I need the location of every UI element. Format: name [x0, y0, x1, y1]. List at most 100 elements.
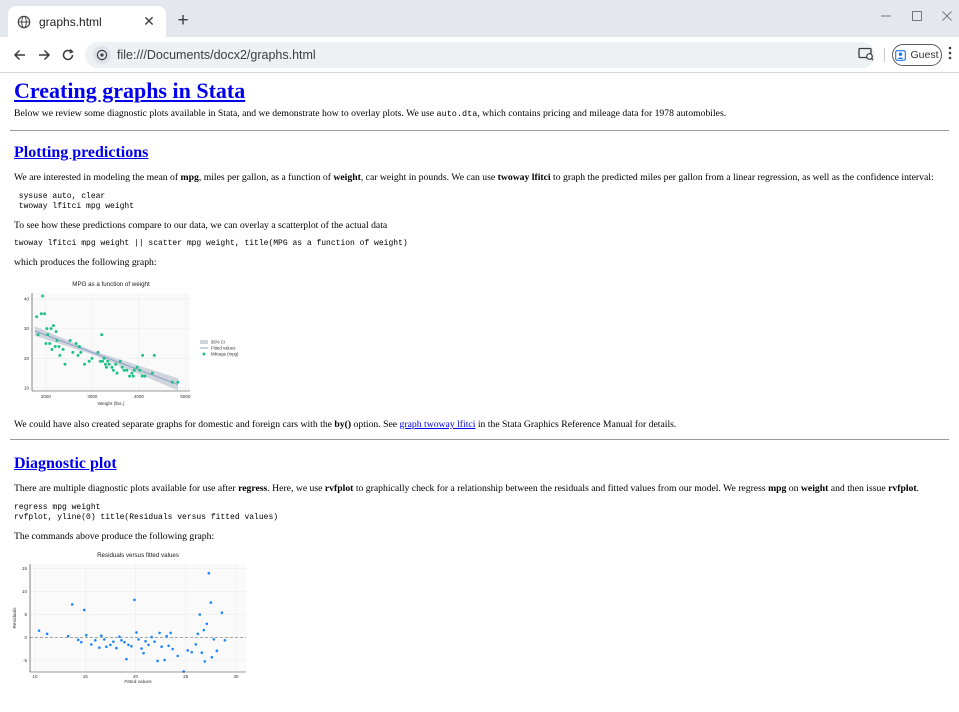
kebab-menu-icon[interactable]	[948, 46, 952, 60]
y-axis-label: Residuals	[12, 607, 18, 629]
page-content: Creating graphs in Stata Below we review…	[0, 78, 959, 684]
data-point	[105, 645, 108, 648]
site-info-icon	[96, 49, 108, 61]
x-tick-label: 30	[233, 674, 239, 679]
chart-title: MPG as a function of weight	[72, 281, 150, 288]
section2-paragraph2: The commands above produce the following…	[14, 531, 215, 543]
section1-paragraph1: We are interested in modeling the mean o…	[14, 172, 945, 185]
minimize-icon[interactable]	[880, 10, 892, 22]
data-point	[71, 350, 75, 354]
back-button[interactable]	[8, 43, 32, 67]
tab-graphs-html[interactable]: graphs.html ✕	[8, 6, 166, 37]
code-block-3: regress mpg weight rvfplot, yline(0) tit…	[14, 503, 279, 523]
code-block-2: twoway lfitci mpg weight || scatter mpg …	[14, 239, 408, 249]
profile-label: Guest	[910, 49, 939, 61]
data-point	[125, 368, 129, 372]
data-point	[182, 670, 186, 673]
y-tick-label: 15	[22, 566, 28, 571]
x-axis-label: Weight (lbs.)	[98, 401, 125, 407]
data-point	[51, 324, 55, 328]
text-run: in the Stata Graphics Reference Manual f…	[475, 418, 677, 430]
y-tick-label: 10	[24, 385, 30, 390]
section-link-plotting[interactable]: Plotting predictions	[14, 144, 148, 161]
residuals-chart: Residuals versus fitted values 10 15 20 25 30…	[12, 552, 246, 684]
site-info-button[interactable]	[93, 46, 111, 64]
address-bar[interactable]: file:///Documents/docx2/graphs.html	[85, 42, 875, 68]
y-tick-label: 5	[24, 612, 27, 617]
forward-button[interactable]	[32, 43, 56, 67]
new-tab-button[interactable]: +	[170, 8, 196, 34]
profile-button[interactable]: Guest	[892, 44, 942, 66]
page-title: Creating graphs in Stata	[14, 78, 945, 103]
data-point	[61, 347, 65, 351]
section-link-diagnostic[interactable]: Diagnostic plot	[14, 455, 117, 472]
data-point	[223, 638, 227, 642]
data-point	[49, 327, 53, 331]
section-divider	[10, 129, 949, 131]
data-point	[87, 359, 91, 363]
data-point	[127, 643, 130, 647]
data-point	[150, 635, 153, 639]
chart-title: Residuals versus fitted values	[97, 552, 179, 559]
text-run: to graph the predicted miles per gallon …	[550, 172, 934, 184]
legend-entry: Fitted values	[211, 345, 235, 350]
data-point	[58, 353, 62, 357]
mpg-weight-chart: MPG as a function of weight 2000 3000 4000 5…	[24, 281, 239, 407]
data-point	[215, 649, 219, 653]
data-point	[115, 371, 119, 375]
text-run: , miles per gallon, as a function of	[198, 172, 334, 184]
window-close-icon[interactable]	[941, 10, 953, 22]
x-tick-label: 25	[183, 674, 189, 679]
section-heading-diagnostic: Diagnostic plot	[14, 454, 945, 473]
data-point	[74, 341, 78, 345]
data-point	[141, 353, 145, 357]
data-point	[35, 315, 39, 319]
data-point	[53, 344, 57, 348]
section-heading-plotting: Plotting predictions	[14, 143, 945, 162]
browser-toolbar: file:///Documents/docx2/graphs.html Gues…	[0, 37, 959, 73]
data-point	[84, 633, 88, 637]
url-text: file:///Documents/docx2/graphs.html	[117, 48, 316, 62]
tab-close-button[interactable]: ✕	[141, 13, 157, 30]
plot-area	[30, 563, 246, 672]
y-tick-label: 30	[24, 326, 30, 331]
data-point	[63, 362, 67, 366]
manual-link[interactable]: graph twoway lfitci	[400, 419, 476, 430]
data-point	[57, 344, 61, 348]
text-run: There are multiple diagnostic plots avai…	[14, 482, 239, 494]
maximize-icon[interactable]	[911, 10, 923, 22]
data-point	[132, 368, 136, 372]
keyword-rvfplot: rvfplot	[888, 482, 917, 494]
data-point	[45, 327, 49, 331]
data-point	[76, 353, 80, 357]
data-point	[202, 628, 206, 632]
data-point	[89, 643, 93, 646]
data-point	[125, 657, 128, 661]
data-point	[135, 631, 138, 634]
cast-icon[interactable]	[858, 47, 874, 61]
person-icon	[895, 49, 907, 61]
data-point	[120, 365, 124, 369]
data-point	[102, 356, 106, 360]
data-point	[101, 359, 105, 363]
y-tick-label: 10	[22, 589, 28, 594]
data-point	[196, 632, 200, 636]
data-point	[176, 654, 179, 658]
keyword-weight: weight	[333, 172, 361, 184]
keyword-lfitci: twoway lfitci	[497, 172, 551, 184]
data-point	[118, 359, 122, 363]
data-point	[140, 647, 143, 650]
data-point	[98, 646, 101, 649]
text-run: . Here, we use	[267, 482, 325, 494]
reload-button[interactable]	[56, 43, 80, 67]
data-point	[120, 638, 123, 642]
data-point	[143, 374, 147, 378]
data-point	[207, 571, 211, 575]
toolbar-divider	[884, 48, 885, 62]
data-point	[107, 362, 111, 366]
x-tick-label: 10	[33, 674, 39, 679]
data-point	[130, 644, 133, 648]
page-title-link[interactable]: Creating graphs in Stata	[14, 78, 245, 103]
back-arrow-icon	[13, 49, 25, 61]
data-point	[158, 631, 161, 635]
